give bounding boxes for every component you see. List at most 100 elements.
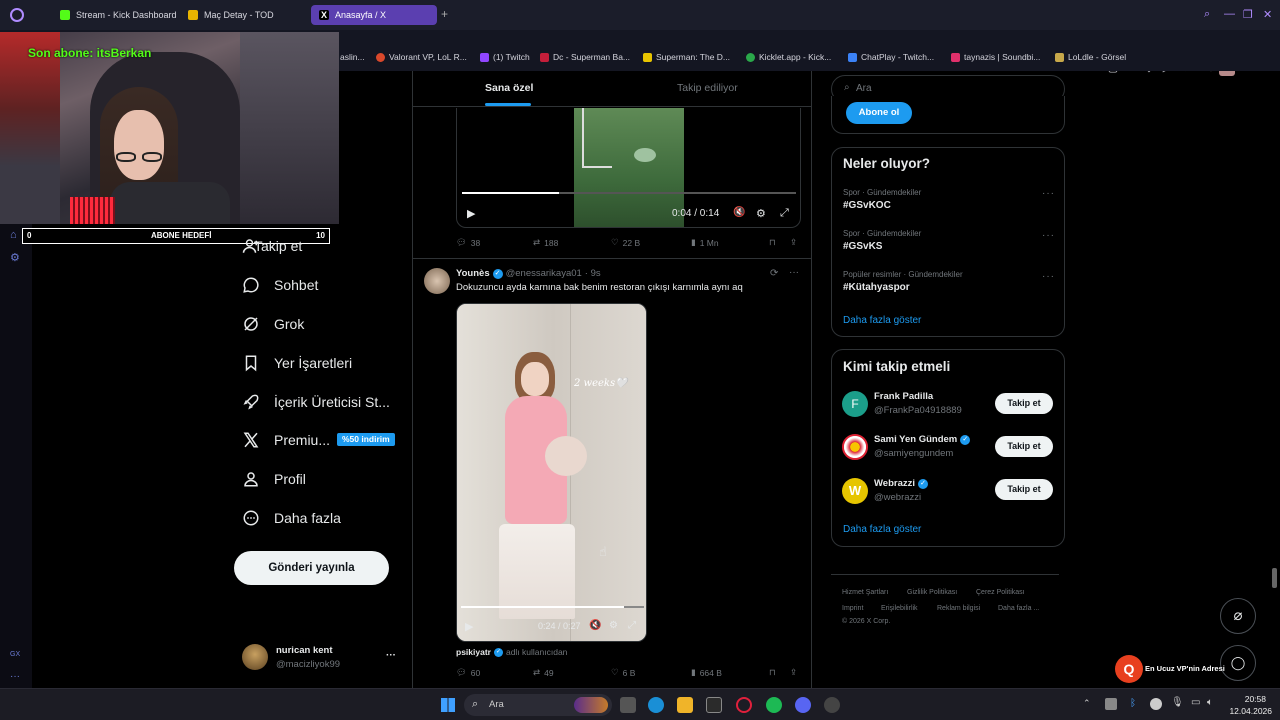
reply-button[interactable]: 💬︎ 38 bbox=[456, 237, 480, 248]
trends-show-more[interactable]: Daha fazla göster bbox=[843, 315, 921, 326]
volume-icon[interactable]: 🔈︎ bbox=[1207, 697, 1213, 708]
premium-discount-badge[interactable]: %50 indirim bbox=[337, 433, 395, 446]
more-icon[interactable]: ··· bbox=[10, 671, 20, 682]
settings-icon[interactable]: ⚙ bbox=[756, 207, 766, 220]
play-icon[interactable]: ▶ bbox=[467, 207, 475, 220]
avatar[interactable]: W bbox=[842, 478, 868, 504]
bookmark-item[interactable]: LoLdle - Görsel bbox=[1055, 52, 1126, 62]
footer-link[interactable]: Daha fazla ... bbox=[998, 605, 1039, 612]
bookmark-item[interactable]: Valorant VP, LoL R... bbox=[376, 52, 467, 62]
bookmark-item[interactable]: aslin... bbox=[340, 52, 365, 62]
avatar[interactable] bbox=[424, 268, 450, 294]
bluetooth-icon[interactable]: ᛒ bbox=[1130, 698, 1136, 709]
mute-icon[interactable]: 🔇 bbox=[733, 207, 745, 218]
author-handle[interactable]: @enessarikaya01 bbox=[506, 268, 582, 279]
bookmark-button[interactable]: ⊓ bbox=[769, 237, 776, 248]
messages-float-icon[interactable]: ◯ bbox=[1220, 645, 1256, 681]
tab-x-home[interactable]: X Anasayfa / X bbox=[311, 5, 437, 25]
follow-button[interactable]: Takip et bbox=[995, 436, 1053, 457]
account-more-icon[interactable]: ··· bbox=[386, 650, 396, 661]
bookmark-button[interactable]: ⊓ bbox=[769, 667, 776, 678]
opera-gx-icon[interactable] bbox=[736, 697, 752, 713]
trend-more-icon[interactable]: ··· bbox=[1042, 271, 1055, 282]
tweet-time[interactable]: · 9s bbox=[585, 268, 601, 279]
grok-float-icon[interactable]: ⌀ bbox=[1220, 598, 1256, 634]
video-progress-track[interactable] bbox=[462, 192, 796, 194]
user-name[interactable]: Frank Padilla bbox=[874, 391, 933, 402]
settings-icon[interactable]: ⚙ bbox=[609, 620, 618, 631]
bookmark-item[interactable]: taynazis | Soundbi... bbox=[951, 52, 1040, 62]
app-icon[interactable] bbox=[824, 697, 840, 713]
tray-app-icon[interactable] bbox=[1150, 698, 1162, 710]
maximize-icon[interactable]: ❐ bbox=[1243, 8, 1253, 21]
footer-link[interactable]: Hizmet Şartları bbox=[842, 589, 888, 596]
post-button[interactable]: Gönderi yayınla bbox=[234, 551, 389, 585]
new-tab-button[interactable]: + bbox=[441, 7, 448, 21]
footer-link[interactable]: Imprint bbox=[842, 605, 863, 612]
file-explorer-icon[interactable] bbox=[677, 697, 693, 713]
fullscreen-icon[interactable]: ⤢ bbox=[780, 207, 789, 220]
tweet-more-icon[interactable]: ··· bbox=[789, 267, 799, 278]
footer-link[interactable]: Çerez Politikası bbox=[976, 589, 1025, 596]
footer-link[interactable]: Erişilebilirlik bbox=[881, 605, 918, 612]
opera-logo-icon[interactable] bbox=[10, 8, 24, 22]
nav-more[interactable]: Daha fazla bbox=[242, 506, 341, 530]
home-icon[interactable]: ⌂ bbox=[10, 229, 17, 241]
tweet-video[interactable]: 2 weeks🤍 ▶ 0:24 / 0:27 🔇 ⚙ ⤢ bbox=[456, 303, 647, 642]
spotify-icon[interactable] bbox=[766, 697, 782, 713]
tab-for-you[interactable]: Sana özel bbox=[485, 82, 533, 94]
footer-link[interactable]: Gizlilik Politikası bbox=[907, 589, 957, 596]
views-button[interactable]: ▮ 664 B bbox=[691, 667, 722, 678]
close-icon[interactable]: ✕ bbox=[1263, 8, 1272, 21]
tweet-video[interactable]: ▶ 0:04 / 0:14 🔇 ⚙ ⤢ bbox=[456, 108, 801, 228]
windows-start-icon[interactable] bbox=[441, 698, 455, 712]
retweet-button[interactable]: ⇄ 188 bbox=[533, 237, 558, 248]
search-icon[interactable]: ⌕ bbox=[1204, 8, 1210, 21]
share-button[interactable]: ⇪ bbox=[790, 667, 797, 678]
mute-icon[interactable]: 🔇 bbox=[589, 620, 601, 631]
tab-kick-dashboard[interactable]: Stream - Kick Dashboard bbox=[52, 5, 177, 25]
clock-date[interactable]: 12.04.2026 bbox=[1222, 706, 1272, 716]
discord-icon[interactable] bbox=[795, 697, 811, 713]
task-view-icon[interactable] bbox=[620, 697, 636, 713]
trend-name[interactable]: #GSvKOC bbox=[843, 200, 891, 211]
subscribe-button[interactable]: Abone ol bbox=[846, 102, 912, 124]
fullscreen-icon[interactable]: ⤢ bbox=[628, 620, 636, 631]
bookmark-item[interactable]: ChatPlay - Twitch... bbox=[848, 52, 934, 62]
play-icon[interactable]: ▶ bbox=[465, 620, 473, 633]
trend-name[interactable]: #Kütahyaspor bbox=[843, 282, 910, 293]
like-button[interactable]: ♡ 22 B bbox=[611, 237, 640, 248]
bookmark-item[interactable]: Superman: The D... bbox=[643, 52, 730, 62]
microphone-icon[interactable]: 🎙︎ bbox=[1171, 697, 1184, 708]
views-button[interactable]: ▮ 1 Mn bbox=[691, 237, 719, 248]
nav-creator-studio[interactable]: İçerik Üreticisi St... bbox=[242, 390, 390, 414]
store-icon[interactable] bbox=[706, 697, 722, 713]
minimize-icon[interactable]: — bbox=[1224, 8, 1235, 20]
nav-follow[interactable]: Takip et bbox=[242, 234, 322, 258]
tab-following[interactable]: Takip ediliyor bbox=[677, 82, 738, 94]
network-icon[interactable]: ▭ bbox=[1191, 697, 1200, 708]
clock-time[interactable]: 20:58 bbox=[1230, 694, 1266, 704]
tab-tod[interactable]: Maç Detay - TOD bbox=[180, 5, 308, 25]
reply-button[interactable]: 💬︎ 60 bbox=[456, 667, 480, 678]
settings-icon[interactable]: ⚙ bbox=[10, 251, 20, 264]
user-name[interactable]: Sami Yen Gündem ✓ bbox=[874, 434, 971, 445]
nav-bookmarks[interactable]: Yer İşaretleri bbox=[242, 351, 352, 375]
bookmark-item[interactable]: Kicklet.app - Kick... bbox=[746, 52, 831, 62]
scrollbar-thumb[interactable] bbox=[1272, 568, 1277, 588]
trend-more-icon[interactable]: ··· bbox=[1042, 230, 1055, 241]
trend-name[interactable]: #GSvKS bbox=[843, 241, 882, 252]
video-progress-track[interactable] bbox=[461, 606, 644, 608]
nav-premium[interactable]: Premiu... bbox=[242, 428, 330, 452]
tray-app-icon[interactable] bbox=[1105, 698, 1117, 710]
author-name[interactable]: Younès bbox=[456, 268, 490, 279]
avatar[interactable]: F bbox=[842, 391, 868, 417]
nav-chat[interactable]: Sohbet bbox=[242, 273, 318, 297]
nav-grok[interactable]: Grok bbox=[242, 312, 304, 336]
grok-icon[interactable]: ⟳ bbox=[770, 268, 778, 279]
follow-button[interactable]: Takip et bbox=[995, 479, 1053, 500]
bookmark-item[interactable]: Dc - Superman Ba... bbox=[540, 52, 630, 62]
follow-button[interactable]: Takip et bbox=[995, 393, 1053, 414]
nav-profile[interactable]: Profil bbox=[242, 467, 306, 491]
bookmark-item[interactable]: (1) Twitch bbox=[480, 52, 530, 62]
